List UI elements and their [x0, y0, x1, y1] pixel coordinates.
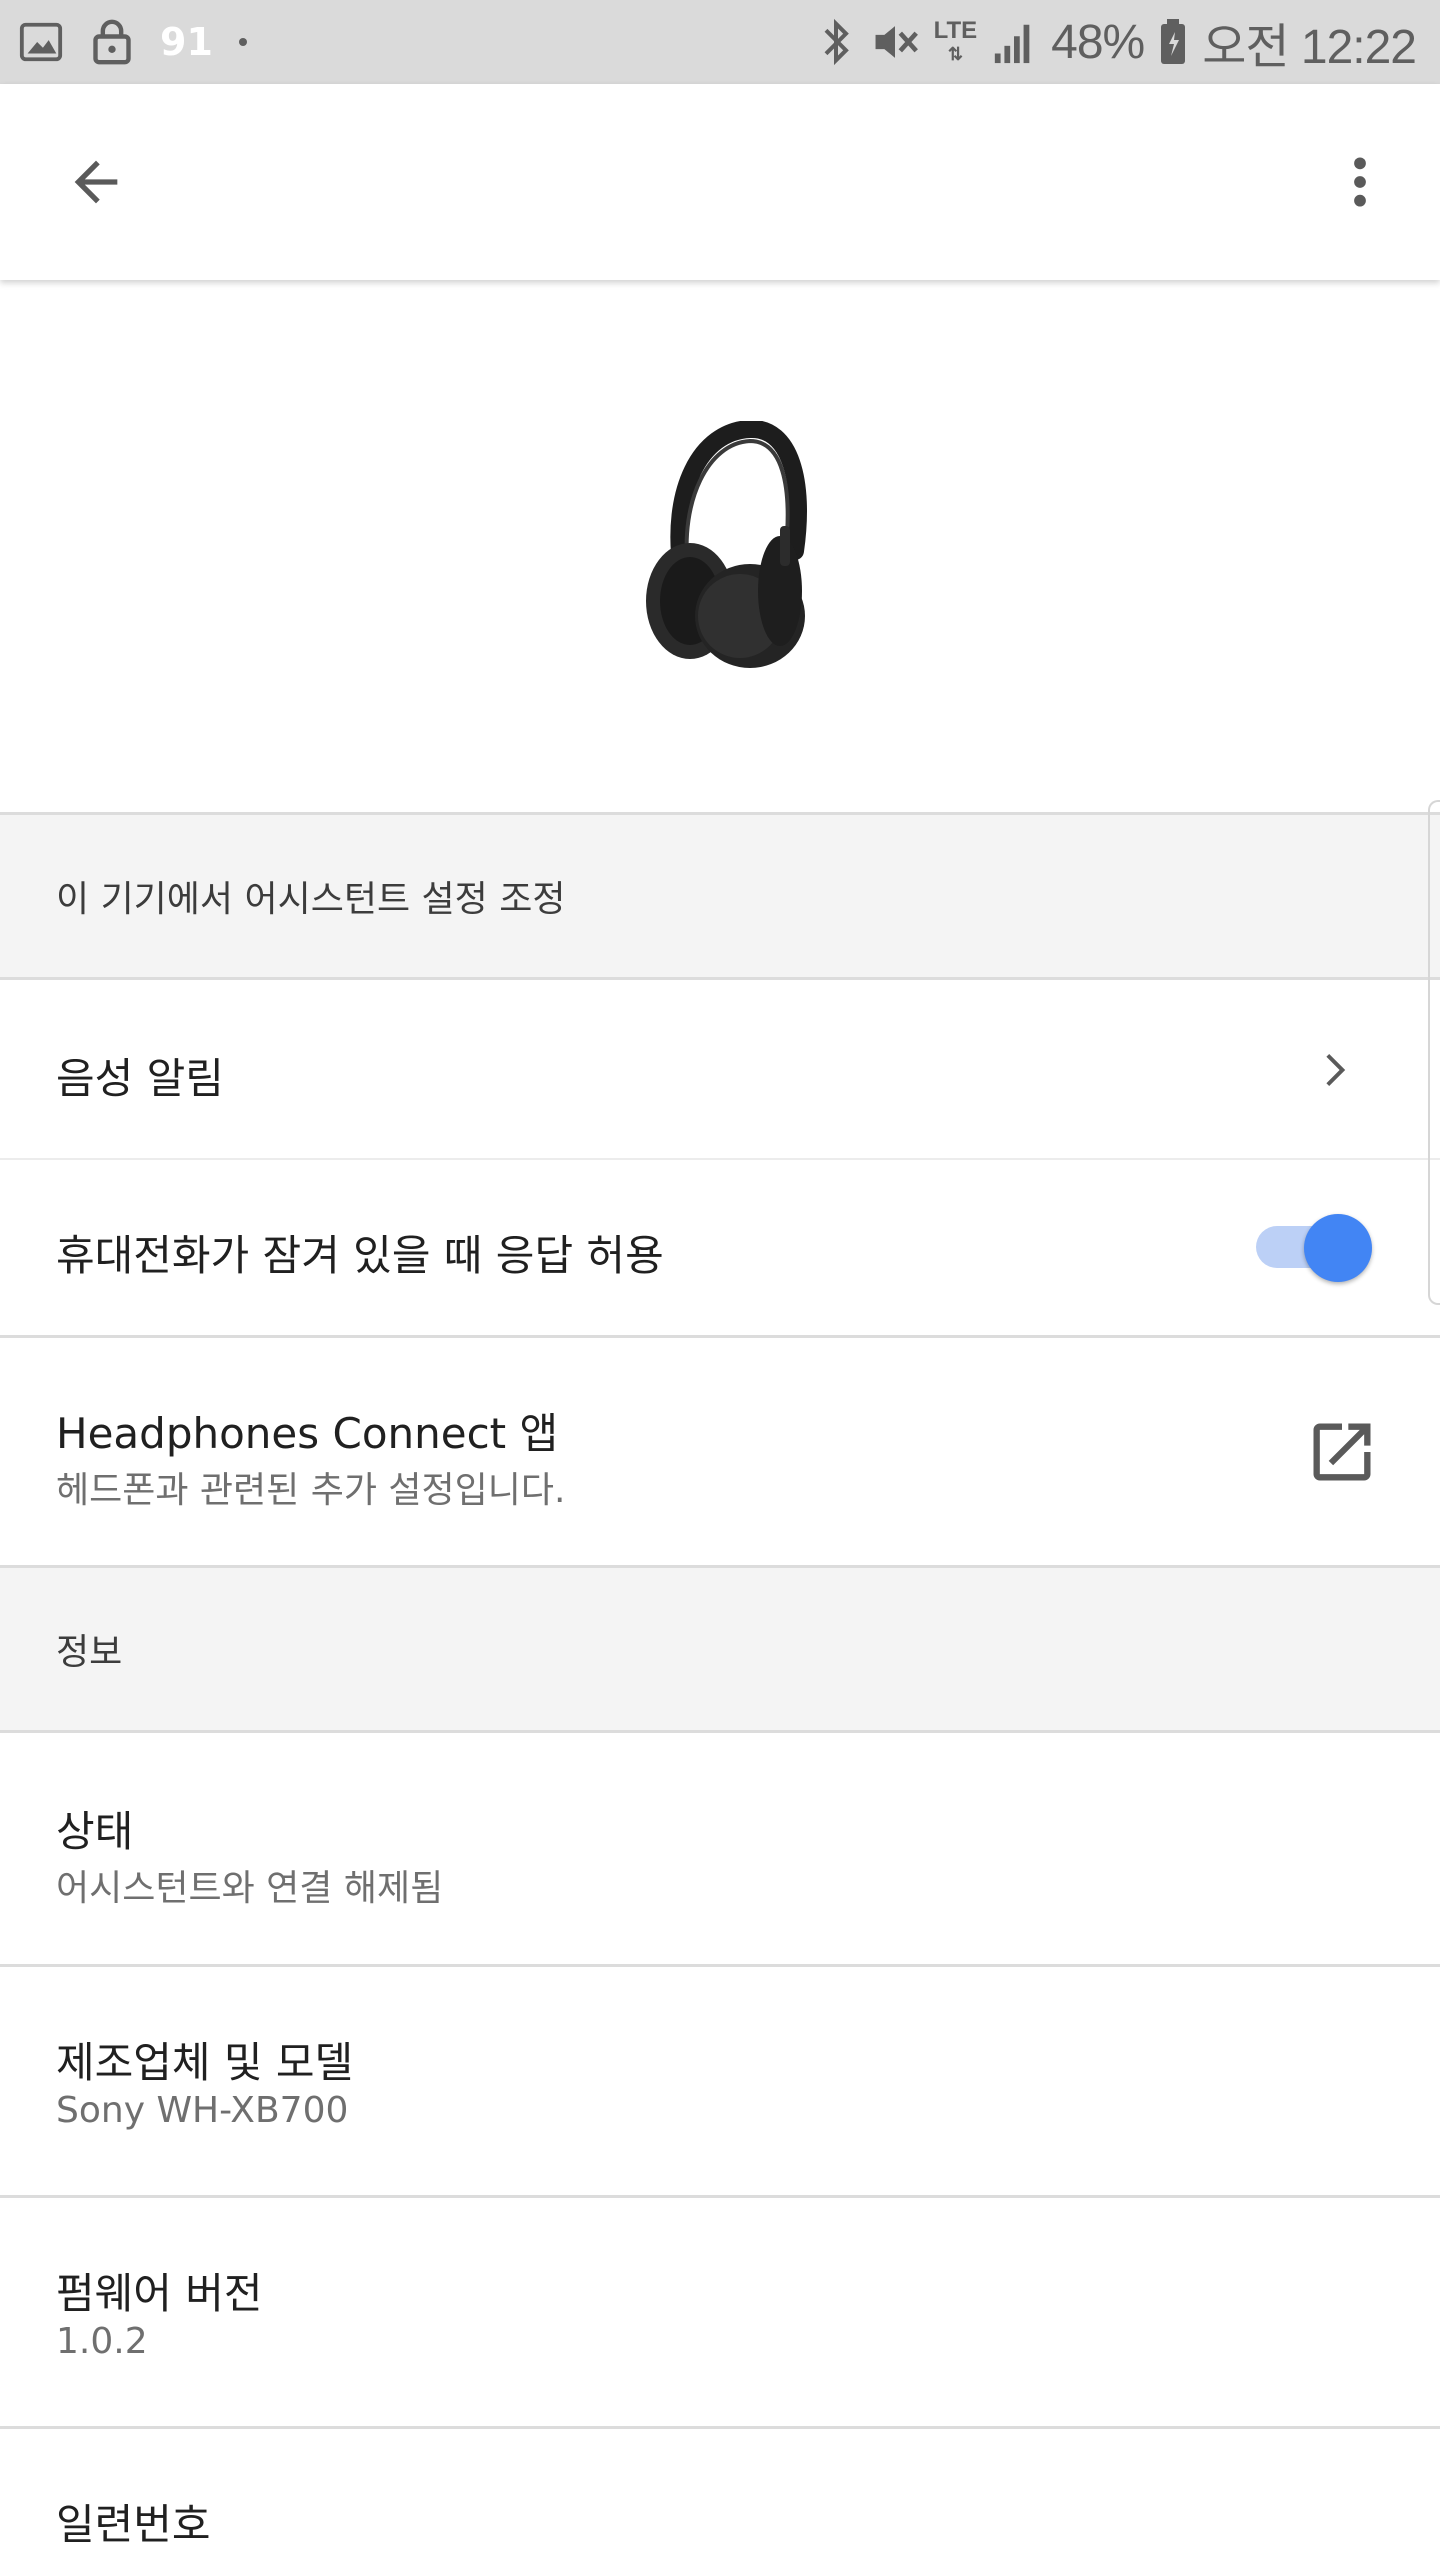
device-hero [0, 280, 1440, 812]
data-arrows-icon: ⇅ [947, 43, 963, 64]
toggle-knob [1304, 1214, 1372, 1282]
signal-icon [994, 24, 1030, 64]
assistant-settings-header-label: 이 기기에서 어시스턴트 설정 조정 [56, 879, 566, 920]
status-title: 상태 [56, 1807, 134, 1856]
lock-icon [93, 19, 131, 65]
firmware-row: 펌웨어 버전 1.0.2 [0, 2198, 1440, 2426]
maker-model-value: Sony WH-XB700 [56, 2090, 349, 2131]
clock: 오전 12:22 [1202, 21, 1417, 74]
assistant-settings-header: 이 기기에서 어시스턴트 설정 조정 [0, 812, 1440, 980]
battery-charging-icon [1161, 19, 1186, 64]
locked-response-row[interactable]: 휴대전화가 잠겨 있을 때 응답 허용 [0, 1160, 1440, 1335]
info-header-label: 정보 [56, 1632, 123, 1673]
arrow-back-icon [74, 160, 118, 204]
back-button[interactable] [56, 142, 136, 222]
network-type: LTE ⇅ [933, 16, 978, 65]
headphones-connect-subtitle: 헤드폰과 관련된 추가 설정입니다. [56, 1470, 566, 1511]
status-bar-right: LTE ⇅ 48% 오전 12:22 [816, 0, 1417, 84]
battery-percent: 48% [1051, 15, 1145, 69]
chevron-right-icon [1326, 1054, 1346, 1086]
status-value: 어시스턴트와 연결 해제됨 [56, 1868, 444, 1909]
scroll-edge-indicator [1428, 800, 1440, 1305]
mute-icon [875, 26, 918, 58]
serial-row: 일련번호 [0, 2429, 1440, 2560]
network-type-label: LTE [933, 16, 978, 44]
more-vert-icon [1354, 157, 1366, 207]
headphones-connect-title: Headphones Connect 앱 [56, 1409, 559, 1458]
firmware-title: 펌웨어 버전 [56, 2269, 263, 2318]
notification-dot [238, 38, 247, 46]
open-in-new-icon [1313, 1423, 1371, 1481]
maker-model-title: 제조업체 및 모델 [56, 2038, 354, 2087]
voice-alerts-label: 음성 알림 [56, 1054, 224, 1103]
status-bar-left: 91 [18, 0, 247, 84]
headphones-image [646, 421, 807, 668]
more-options-button[interactable] [1320, 142, 1400, 222]
headphones-connect-row[interactable]: Headphones Connect 앱 헤드폰과 관련된 추가 설정입니다. [0, 1338, 1440, 1565]
status-bar: 91 LTE ⇅ 48% 오전 12:22 [0, 0, 1440, 84]
app-bar [0, 84, 1440, 280]
info-header: 정보 [0, 1565, 1440, 1733]
locked-response-toggle[interactable] [1256, 1214, 1372, 1282]
serial-title: 일련번호 [56, 2500, 211, 2549]
maker-model-row: 제조업체 및 모델 Sony WH-XB700 [0, 1967, 1440, 2195]
firmware-value: 1.0.2 [56, 2321, 148, 2362]
voice-alerts-row[interactable]: 음성 알림 [0, 983, 1440, 1158]
locked-response-label: 휴대전화가 잠겨 있을 때 응답 허용 [56, 1231, 664, 1280]
bluetooth-icon [824, 18, 849, 66]
gallery-icon [19, 22, 63, 62]
notification-count: 91 [160, 20, 213, 64]
status-row: 상태 어시스턴트와 연결 해제됨 [0, 1736, 1440, 1964]
